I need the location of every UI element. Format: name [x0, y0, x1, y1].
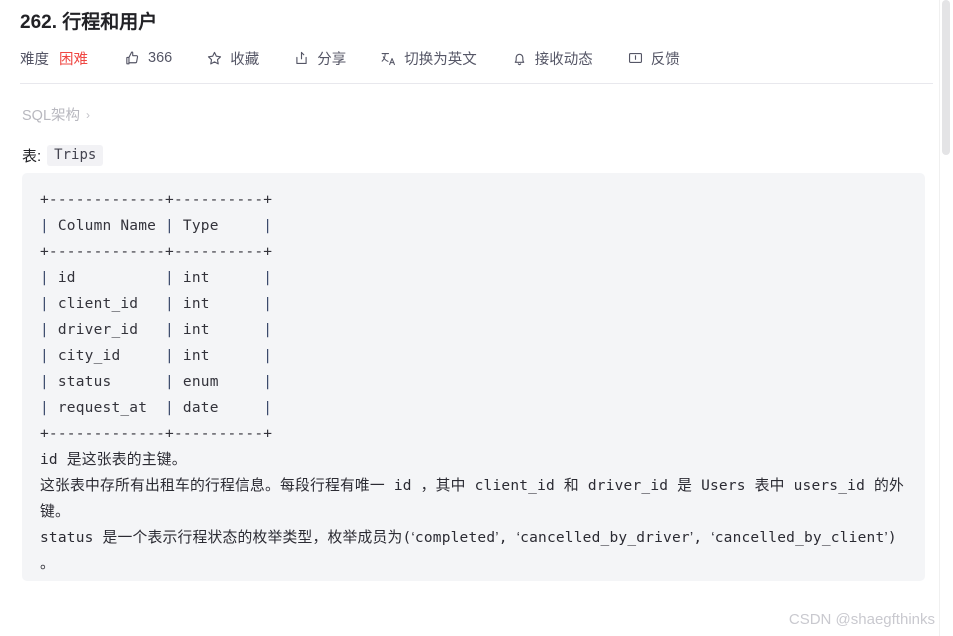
- page-title: 262. 行程和用户: [20, 12, 158, 33]
- header-divider: [20, 83, 933, 84]
- favorite-label: 收藏: [230, 51, 260, 68]
- code-line: | city_id | int |: [40, 348, 273, 364]
- code-line: +-------------+----------+: [40, 192, 273, 208]
- code-line: | id | int |: [40, 270, 273, 286]
- difficulty-value: 困难: [59, 51, 88, 68]
- translate-label: 切换为英文: [404, 51, 477, 68]
- code-line: | Column Name | Type |: [40, 218, 273, 234]
- problem-header: 262. 行程和用户 难度 困难 366 收藏 分享 切换为英文 接收动态 反馈: [0, 0, 953, 71]
- breadcrumb[interactable]: SQL架构 ›: [22, 104, 953, 125]
- schema-description-line: status 是一个表示行程状态的枚举类型，枚举成员为(‘completed’,…: [40, 530, 906, 572]
- share-button[interactable]: 分享: [293, 48, 346, 69]
- difficulty-label: 难度: [20, 51, 49, 68]
- vertical-scrollbar-thumb[interactable]: [942, 0, 950, 155]
- schema-description: id 是这张表的主键。这张表中存所有出租车的行程信息。每段行程有唯一 id ，其…: [40, 447, 907, 577]
- code-line: +-------------+----------+: [40, 426, 273, 442]
- schema-code-block: +-------------+----------+ | Column Name …: [22, 173, 925, 581]
- vertical-scrollbar-track[interactable]: [939, 0, 953, 636]
- meta-toolbar: 难度 困难 366 收藏 分享 切换为英文 接收动态 反馈: [20, 45, 933, 71]
- star-icon: [206, 50, 223, 67]
- schema-description-line: 这张表中存所有出租车的行程信息。每段行程有唯一 id ，其中 client_id…: [40, 478, 904, 520]
- like-count: 366: [148, 50, 173, 66]
- chevron-right-icon: ›: [86, 107, 91, 122]
- translate-button[interactable]: 切换为英文: [380, 48, 477, 69]
- code-line: | request_at | date |: [40, 400, 273, 416]
- code-line: +-------------+----------+: [40, 244, 273, 260]
- page-root: 262. 行程和用户 难度 困难 366 收藏 分享 切换为英文 接收动态 反馈…: [0, 0, 953, 636]
- subscribe-label: 接收动态: [534, 51, 593, 68]
- table-intro: 表: Trips: [22, 145, 953, 166]
- feedback-icon: [627, 50, 644, 67]
- schema-description-line: id 是这张表的主键。: [40, 452, 187, 468]
- feedback-button[interactable]: 反馈: [627, 48, 680, 69]
- translate-icon: [380, 50, 397, 67]
- subscribe-button[interactable]: 接收动态: [511, 48, 593, 69]
- table-name-badge: Trips: [47, 145, 104, 166]
- bell-icon: [511, 50, 528, 67]
- difficulty-indicator: 难度 困难: [20, 48, 88, 69]
- share-icon: [293, 50, 310, 67]
- favorite-button[interactable]: 收藏: [206, 48, 259, 69]
- code-line: | driver_id | int |: [40, 322, 273, 338]
- feedback-label: 反馈: [650, 51, 680, 68]
- thumbs-up-icon: [124, 50, 141, 67]
- schema-ascii-table: +-------------+----------+ | Column Name …: [40, 187, 907, 447]
- code-line: | client_id | int |: [40, 296, 273, 312]
- share-label: 分享: [317, 51, 347, 68]
- table-intro-label: 表:: [22, 148, 42, 165]
- breadcrumb-label: SQL架构: [22, 108, 81, 124]
- watermark: CSDN @shaegfthinks: [788, 611, 935, 628]
- code-line: | status | enum |: [40, 374, 273, 390]
- like-button[interactable]: 366: [124, 50, 172, 67]
